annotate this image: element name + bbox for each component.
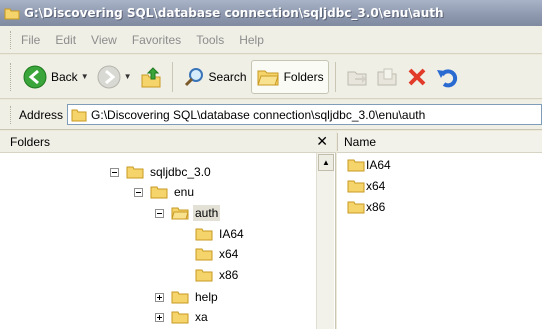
move-to-icon [346, 66, 368, 88]
folders-label: Folders [283, 69, 324, 84]
forward-arrow-icon [97, 65, 121, 89]
tree-item-label: xa [195, 310, 208, 324]
window-title: G:\Discovering SQL\database connection\s… [24, 6, 444, 20]
tree-item-xa[interactable]: xa [155, 307, 210, 327]
move-to-button[interactable] [342, 60, 372, 94]
copy-to-icon [376, 66, 398, 88]
name-column-header[interactable]: Name [337, 131, 542, 153]
list-item-x64[interactable]: x64 [347, 177, 385, 195]
address-label: Address [19, 107, 64, 122]
tree-item-label: sqljdbc_3.0 [150, 165, 211, 179]
folders-pane: Folders ✕ sqljdbc_3.0 enu auth IA64 x64 … [0, 131, 336, 329]
copy-to-button[interactable] [372, 60, 402, 94]
menu-edit[interactable]: Edit [55, 33, 76, 47]
list-item-label: x64 [366, 179, 386, 193]
toolbar: Back ▼ ▼ Search Folders [0, 55, 542, 99]
tree-item-help[interactable]: help [155, 287, 220, 307]
menu-file[interactable]: File [21, 33, 40, 47]
undo-button[interactable] [432, 60, 462, 94]
folder-icon [195, 268, 213, 282]
folder-icon [171, 290, 189, 304]
folder-icon [71, 108, 87, 122]
undo-icon [436, 66, 458, 88]
delete-icon [406, 66, 428, 88]
folder-icon [347, 179, 365, 193]
expand-icon[interactable] [155, 312, 164, 322]
tree-item-ia64[interactable]: IA64 [195, 224, 246, 244]
toolbar-separator-2 [334, 61, 336, 92]
address-value: G:\Discovering SQL\database connection\s… [91, 107, 426, 122]
tree-item-label: auth [193, 205, 221, 221]
list-item-x86[interactable]: x86 [347, 198, 385, 216]
tree-item-label: help [195, 290, 218, 304]
folders-pane-header: Folders ✕ [0, 131, 336, 153]
toolbar-separator [171, 61, 173, 92]
up-folder-icon [140, 65, 162, 89]
address-field[interactable]: G:\Discovering SQL\database connection\s… [67, 104, 542, 125]
collapse-icon[interactable] [110, 167, 119, 177]
tree-item-sqljdbc[interactable]: sqljdbc_3.0 [110, 162, 213, 182]
open-folder-icon [171, 206, 189, 220]
title-bar: G:\Discovering SQL\database connection\s… [0, 0, 542, 26]
folders-icon [256, 66, 280, 88]
folder-icon [195, 247, 213, 261]
name-column-label: Name [344, 134, 377, 149]
menu-favorites[interactable]: Favorites [132, 33, 181, 47]
folder-icon [195, 227, 213, 241]
folder-icon [171, 310, 189, 324]
folder-icon [347, 200, 365, 214]
folder-icon [4, 6, 20, 20]
address-grip [10, 105, 13, 124]
list-item-label: x86 [366, 200, 386, 214]
menu-view[interactable]: View [91, 33, 117, 47]
tree-item-x64[interactable]: x64 [195, 244, 240, 264]
close-icon[interactable]: ✕ [316, 133, 328, 150]
search-button[interactable]: Search [179, 60, 251, 94]
back-dropdown-icon[interactable]: ▼ [81, 72, 89, 81]
folders-pane-title: Folders [10, 134, 51, 149]
back-button[interactable]: Back ▼ [19, 60, 93, 94]
up-folder-button[interactable] [136, 60, 166, 94]
tree-item-enu[interactable]: enu [134, 182, 196, 202]
search-icon [183, 66, 205, 88]
folder-icon [150, 185, 168, 199]
forward-dropdown-icon[interactable]: ▼ [124, 72, 132, 81]
collapse-icon[interactable] [134, 187, 143, 197]
delete-button[interactable] [402, 60, 432, 94]
column-divider [337, 132, 338, 151]
back-label: Back [51, 69, 78, 84]
search-label: Search [208, 69, 247, 84]
tree-item-auth[interactable]: auth [155, 203, 221, 223]
tree-item-label: x86 [219, 268, 239, 282]
tree-item-label: x64 [219, 247, 239, 261]
tree-item-x86[interactable]: x86 [195, 265, 240, 285]
collapse-icon[interactable] [155, 208, 164, 218]
back-arrow-icon [23, 65, 47, 89]
menu-bar: File Edit View Favorites Tools Help [0, 26, 542, 54]
scroll-up-icon[interactable]: ▲ [318, 154, 334, 171]
address-bar: Address G:\Discovering SQL\database conn… [0, 100, 542, 130]
menu-tools[interactable]: Tools [196, 33, 224, 47]
folder-icon [126, 165, 144, 179]
tree-item-label: IA64 [219, 227, 244, 241]
folders-scrollbar[interactable]: ▲ [316, 153, 334, 329]
folder-icon [347, 158, 365, 172]
tree-item-label: enu [174, 185, 195, 199]
list-item-ia64[interactable]: IA64 [347, 156, 391, 174]
list-item-label: IA64 [366, 158, 391, 172]
forward-button[interactable]: ▼ [93, 60, 136, 94]
content-pane: Name IA64 x64 x86 [337, 131, 542, 329]
toolbar-grip [10, 62, 13, 91]
expand-icon[interactable] [155, 292, 164, 302]
menu-grip [10, 30, 13, 49]
menu-help[interactable]: Help [239, 33, 264, 47]
folders-button[interactable]: Folders [250, 59, 329, 94]
